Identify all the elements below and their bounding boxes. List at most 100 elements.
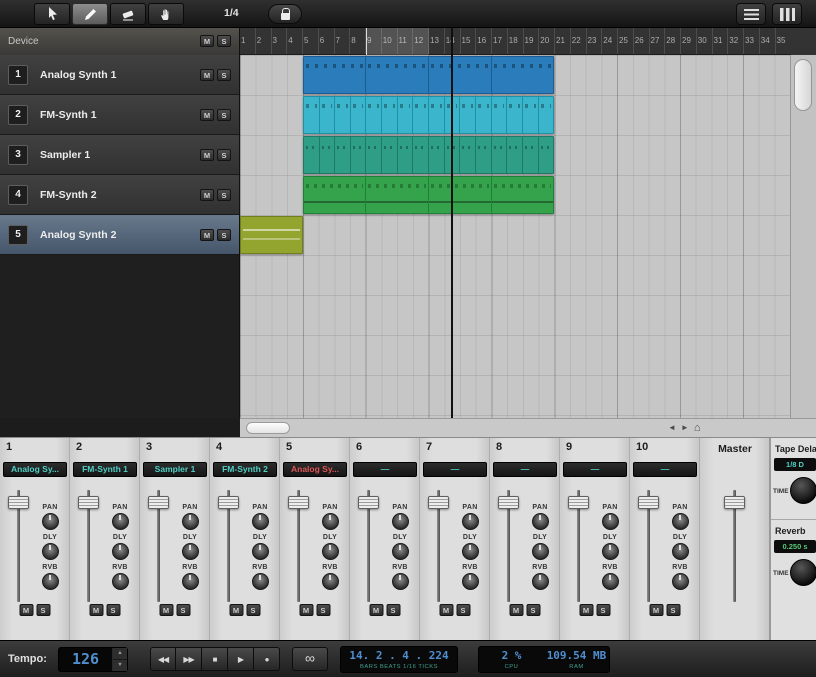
- channel-device-button[interactable]: FM-Synth 2: [213, 462, 277, 477]
- clip-segment[interactable]: [366, 97, 382, 133]
- fader-handle[interactable]: [358, 496, 379, 509]
- clip-segment[interactable]: [320, 97, 336, 133]
- clip-segment[interactable]: [492, 137, 508, 173]
- fader-handle[interactable]: [148, 496, 169, 509]
- ruler-bar-24[interactable]: 24: [601, 28, 617, 54]
- dly-knob[interactable]: [392, 543, 409, 560]
- mute-button[interactable]: M: [649, 604, 663, 616]
- rvb-knob[interactable]: [462, 573, 479, 590]
- ruler-bar-20[interactable]: 20: [538, 28, 554, 54]
- pan-knob[interactable]: [182, 513, 199, 530]
- transport-fast-forward-button[interactable]: ▶▶: [176, 647, 202, 671]
- ruler-bar-33[interactable]: 33: [743, 28, 759, 54]
- dly-knob[interactable]: [182, 543, 199, 560]
- solo-button[interactable]: S: [456, 604, 470, 616]
- dly-knob[interactable]: [42, 543, 59, 560]
- fader-handle[interactable]: [218, 496, 239, 509]
- solo-button[interactable]: S: [106, 604, 120, 616]
- mute-button[interactable]: M: [200, 229, 214, 241]
- eraser-tool-button[interactable]: [110, 3, 146, 25]
- mute-button[interactable]: M: [229, 604, 243, 616]
- ruler-bar-1[interactable]: 1: [240, 28, 255, 54]
- ruler-bar-30[interactable]: 30: [696, 28, 712, 54]
- clip-segment[interactable]: [241, 217, 302, 253]
- mute-button[interactable]: M: [159, 604, 173, 616]
- solo-button[interactable]: S: [217, 229, 231, 241]
- ruler-bar-15[interactable]: 15: [460, 28, 476, 54]
- clip-segment[interactable]: [398, 137, 414, 173]
- rvb-knob[interactable]: [112, 573, 129, 590]
- clip-segment[interactable]: [492, 97, 508, 133]
- transport-stop-button[interactable]: ■: [202, 647, 228, 671]
- reverb-time-knob[interactable]: [790, 559, 816, 586]
- ruler-bar-3[interactable]: 3: [271, 28, 287, 54]
- mute-button[interactable]: M: [439, 604, 453, 616]
- clip-segment[interactable]: [382, 97, 398, 133]
- transport-play-button[interactable]: ▶: [228, 647, 254, 671]
- ruler-bar-31[interactable]: 31: [712, 28, 728, 54]
- clip-segment[interactable]: [429, 137, 445, 173]
- mute-button[interactable]: M: [579, 604, 593, 616]
- menu-button[interactable]: [736, 3, 766, 25]
- fader-handle[interactable]: [498, 496, 519, 509]
- mute-button[interactable]: M: [200, 69, 214, 81]
- solo-button[interactable]: S: [386, 604, 400, 616]
- solo-button[interactable]: S: [217, 149, 231, 161]
- pan-knob[interactable]: [462, 513, 479, 530]
- track-row[interactable]: 2FM-Synth 1MS: [0, 95, 239, 135]
- volume-fader[interactable]: [76, 488, 102, 604]
- pan-knob[interactable]: [252, 513, 269, 530]
- pan-knob[interactable]: [672, 513, 689, 530]
- tape-time-knob[interactable]: [790, 477, 816, 504]
- volume-fader[interactable]: [216, 488, 242, 604]
- channel-device-button[interactable]: —: [633, 462, 697, 477]
- pencil-tool-button[interactable]: [72, 3, 108, 25]
- clip-segment[interactable]: [445, 137, 461, 173]
- transport-rewind-button[interactable]: ◀◀: [150, 647, 176, 671]
- playhead[interactable]: [451, 55, 453, 418]
- mute-button[interactable]: M: [299, 604, 313, 616]
- ruler-bar-2[interactable]: 2: [255, 28, 271, 54]
- clip-segment[interactable]: [413, 97, 429, 133]
- timeline-grid[interactable]: [240, 55, 790, 418]
- channel-device-button[interactable]: Analog Sy...: [3, 462, 67, 477]
- playhead-marker[interactable]: [451, 28, 453, 55]
- clip-segment[interactable]: [366, 137, 382, 173]
- clip-segment[interactable]: [492, 177, 554, 213]
- ruler-bar-5[interactable]: 5: [302, 28, 318, 54]
- ruler-bar-17[interactable]: 17: [491, 28, 507, 54]
- cursor-tool-button[interactable]: [34, 3, 70, 25]
- fader-handle[interactable]: [568, 496, 589, 509]
- ruler-bar-32[interactable]: 32: [727, 28, 743, 54]
- ruler-bar-8[interactable]: 8: [349, 28, 365, 54]
- loop-button[interactable]: ∞: [292, 647, 328, 671]
- clip-segment[interactable]: [460, 137, 476, 173]
- ruler-bar-22[interactable]: 22: [570, 28, 586, 54]
- rvb-knob[interactable]: [322, 573, 339, 590]
- rvb-knob[interactable]: [672, 573, 689, 590]
- scroll-left-button[interactable]: ◄: [668, 420, 676, 436]
- solo-button[interactable]: S: [526, 604, 540, 616]
- tape-delay-value[interactable]: 1/8 D: [774, 458, 816, 471]
- fader-handle[interactable]: [638, 496, 659, 509]
- dly-knob[interactable]: [602, 543, 619, 560]
- clip-segment[interactable]: [507, 137, 523, 173]
- mute-button[interactable]: M: [509, 604, 523, 616]
- ruler-bar-4[interactable]: 4: [286, 28, 302, 54]
- clip-segment[interactable]: [304, 57, 367, 93]
- mute-button[interactable]: M: [89, 604, 103, 616]
- ruler-bar-16[interactable]: 16: [475, 28, 491, 54]
- tempo-up-button[interactable]: ▲: [113, 648, 127, 660]
- ruler-bar-6[interactable]: 6: [318, 28, 334, 54]
- clip[interactable]: [303, 96, 554, 134]
- ruler-bar-13[interactable]: 13: [428, 28, 444, 54]
- clip-segment[interactable]: [460, 97, 476, 133]
- channel-device-button[interactable]: Sampler 1: [143, 462, 207, 477]
- pan-knob[interactable]: [322, 513, 339, 530]
- solo-button[interactable]: S: [36, 604, 50, 616]
- pan-knob[interactable]: [42, 513, 59, 530]
- rvb-knob[interactable]: [532, 573, 549, 590]
- volume-fader[interactable]: [286, 488, 312, 604]
- reverb-value[interactable]: 0.250 s: [774, 540, 816, 553]
- solo-button[interactable]: S: [316, 604, 330, 616]
